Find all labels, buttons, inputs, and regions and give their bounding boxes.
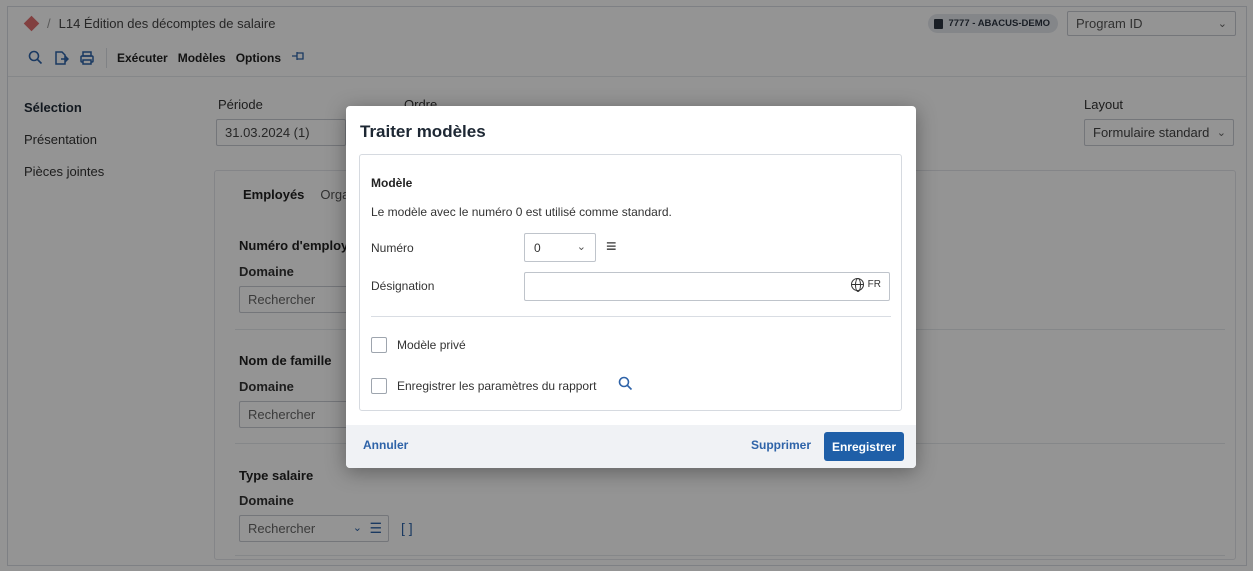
model-card: Modèle Le modèle avec le numéro 0 est ut… (359, 154, 902, 411)
cancel-button[interactable]: Annuler (363, 438, 408, 452)
private-model-label: Modèle privé (397, 338, 466, 352)
save-params-label: Enregistrer les paramètres du rapport (397, 378, 597, 393)
private-model-checkbox[interactable] (371, 337, 387, 353)
number-label: Numéro (371, 241, 414, 255)
chevron-down-icon: ⌄ (576, 241, 586, 253)
private-model-row: Modèle privé (371, 337, 466, 353)
delete-button[interactable]: Supprimer (751, 438, 811, 452)
search-icon[interactable] (618, 376, 633, 395)
model-note: Le modèle avec le numéro 0 est utilisé c… (371, 205, 672, 219)
designation-label: Désignation (371, 279, 435, 293)
save-params-checkbox[interactable] (371, 377, 387, 394)
model-card-title: Modèle (371, 176, 413, 190)
language-code: FR (867, 279, 881, 290)
globe-icon (850, 278, 864, 292)
designation-input[interactable]: FR (524, 272, 890, 301)
number-value: 0 (534, 240, 541, 255)
card-divider (371, 316, 891, 317)
save-params-row: Enregistrer les paramètres du rapport (371, 376, 633, 395)
menu-list-icon[interactable]: ≡ (606, 237, 617, 255)
number-select[interactable]: 0 ⌄ (524, 233, 596, 262)
language-button[interactable]: FR (850, 278, 881, 292)
save-button[interactable]: Enregistrer (823, 432, 904, 461)
dialog-footer: Annuler Supprimer Enregistrer (346, 425, 916, 468)
dialog-title: Traiter modèles (360, 122, 486, 141)
process-models-dialog: Traiter modèles Modèle Le modèle avec le… (346, 106, 916, 468)
